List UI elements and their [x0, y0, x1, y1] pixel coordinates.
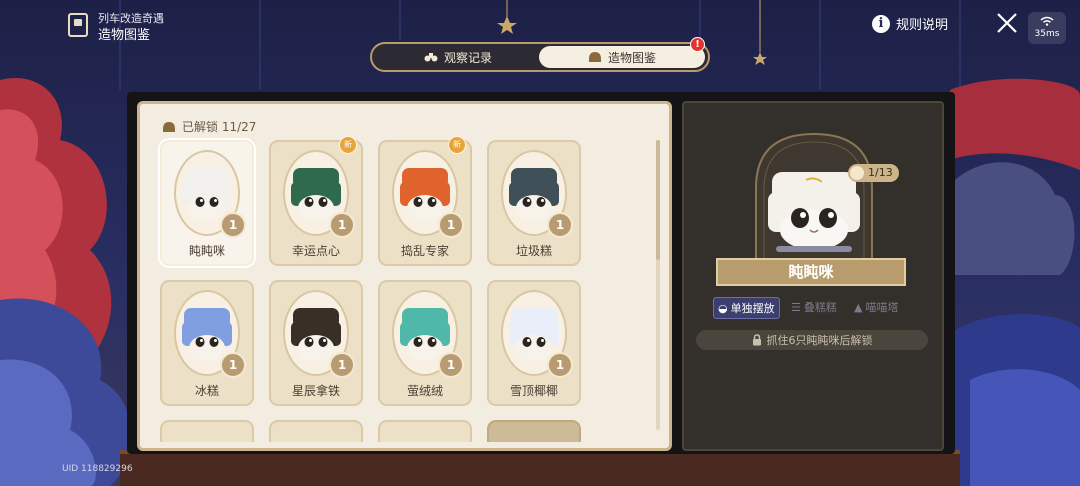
creature-name: 萤绒绒: [406, 384, 443, 398]
creature-card[interactable]: 1 雪顶椰椰: [487, 280, 581, 406]
creature-card[interactable]: 1 捣乱专家 新: [378, 136, 472, 266]
creature-card[interactable]: 1 萤绒绒: [378, 280, 472, 406]
creature-name: 垃圾糕: [515, 244, 552, 258]
bun-icon: [163, 121, 175, 132]
tab-creature-collection[interactable]: 造物图鉴: [539, 46, 705, 68]
option-stack-cakes[interactable]: ☰ 叠糕糕: [787, 297, 841, 317]
close-icon[interactable]: [996, 12, 1018, 34]
count-badge: 1: [438, 212, 464, 238]
count-badge: 1: [329, 352, 355, 378]
unlocked-counter: 已解锁 11/27: [162, 118, 256, 135]
info-icon: i: [872, 14, 890, 33]
scrollbar-thumb[interactable]: [656, 140, 660, 260]
option-label: 叠糕糕: [803, 301, 837, 314]
wifi-icon: [1040, 16, 1054, 26]
new-badge: 新: [448, 136, 466, 154]
creature-name: 雪顶椰椰: [509, 384, 558, 398]
count-badge: 1: [329, 212, 355, 238]
creature-name: 盹盹咪: [716, 258, 906, 286]
ping-value: 35ms: [1034, 29, 1060, 39]
creature-card[interactable]: [269, 420, 363, 442]
creature-portrait: [755, 132, 873, 260]
page-title: 造物图鉴: [98, 28, 151, 43]
stack-icon: ☰: [791, 300, 801, 314]
new-badge: 新: [339, 136, 357, 154]
tab-label: 观察记录: [443, 50, 492, 65]
bun-icon: ◒: [718, 301, 728, 315]
count-badge: 1: [220, 352, 246, 378]
creature-name: 冰糕: [194, 384, 219, 398]
tab-bar: 观察记录 造物图鉴: [370, 42, 710, 72]
count-badge: 1: [220, 212, 246, 238]
creature-name: 星辰拿铁: [291, 384, 340, 398]
creature-card[interactable]: 1 星辰拿铁: [269, 280, 363, 406]
count-badge: 1: [547, 212, 573, 238]
creature-card[interactable]: 1 盹盹咪: [160, 140, 254, 266]
creature-name: 幸运点心: [291, 244, 340, 258]
tower-icon: ▲: [854, 300, 863, 314]
bun-icon: [588, 52, 601, 62]
book-icon: [68, 13, 88, 37]
unlocked-label: 已解锁 11/27: [182, 120, 257, 134]
count-badge: 1: [547, 352, 573, 378]
rules-label: 规则说明: [896, 18, 949, 33]
lock-icon: [752, 334, 761, 346]
network-status: 35ms: [1028, 12, 1066, 44]
unlock-hint-text: 抓住6只盹盹咪后解锁: [766, 334, 873, 347]
creature-card[interactable]: [378, 420, 472, 442]
tab-label: 造物图鉴: [607, 50, 656, 65]
paw-icon: [850, 166, 864, 180]
option-label: 喵喵塔: [865, 301, 899, 314]
creature-name: 捣乱专家: [400, 244, 449, 258]
option-single-placement[interactable]: ◒ 单独摆放: [713, 297, 780, 319]
alert-badge: !: [690, 37, 705, 52]
creature-card[interactable]: [487, 420, 581, 442]
creature-card[interactable]: 1 垃圾糕: [487, 140, 581, 266]
option-meow-tower[interactable]: ▲ 喵喵塔: [850, 297, 902, 317]
uid-label: UID 118829296: [62, 464, 133, 474]
creature-name: 盹盹咪: [188, 244, 225, 258]
option-label: 单独摆放: [730, 302, 775, 315]
creature-card[interactable]: 1 冰糕: [160, 280, 254, 406]
unlock-hint: 抓住6只盹盹咪后解锁: [696, 330, 928, 350]
creature-card[interactable]: 1 幸运点心 新: [269, 136, 363, 266]
creature-card[interactable]: [160, 420, 254, 442]
binoculars-icon: [424, 53, 438, 62]
rules-button[interactable]: i 规则说明: [872, 14, 948, 33]
count-badge: 1: [438, 352, 464, 378]
tab-observation[interactable]: 观察记录: [375, 46, 541, 68]
